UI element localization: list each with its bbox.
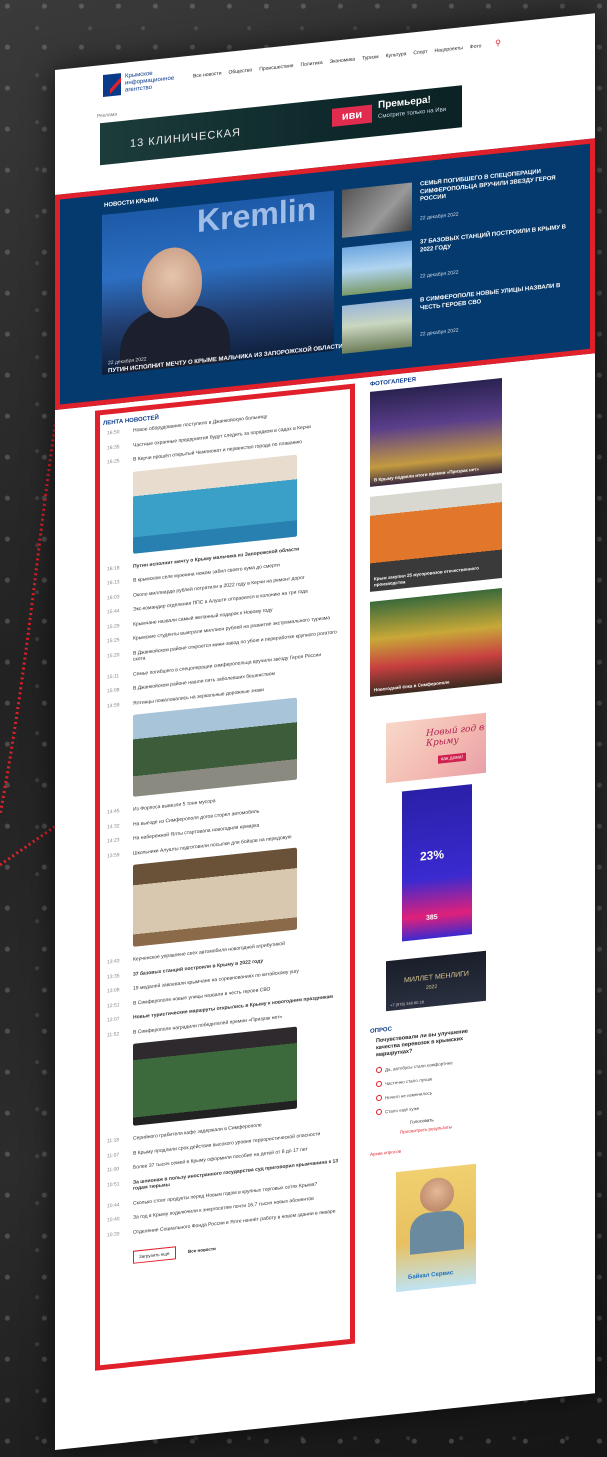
news-time: 11:00 xyxy=(107,1166,120,1174)
gallery-caption: Новогодний ёлка в Симферополе xyxy=(374,679,450,692)
news-time: 15:11 xyxy=(107,672,120,681)
nav-economy[interactable]: Экономика xyxy=(330,56,355,65)
right-column: ФОТОГАЛЕРЕЯ В Крыму подвели итоги премии… xyxy=(370,367,510,1305)
news-time: 15:44 xyxy=(107,608,120,616)
news-feed-list: 16:50 Новое оборудование поступило в Джан… xyxy=(107,405,347,1266)
nav-photo[interactable]: Фото xyxy=(470,43,482,50)
news-time: 15:29 xyxy=(107,622,120,631)
ad-phone: +7 (978) 348 80 28 xyxy=(390,999,424,1008)
ad-price: 385 xyxy=(426,913,438,923)
radio-icon[interactable] xyxy=(376,1080,382,1088)
side-news-thumb xyxy=(342,182,412,238)
news-time: 10:33 xyxy=(107,1230,120,1239)
news-photo-pool[interactable] xyxy=(133,454,297,554)
nav-culture[interactable]: Культура xyxy=(386,51,407,59)
nav-all-news[interactable]: Все новости xyxy=(193,70,222,79)
news-time: 11:18 xyxy=(107,1137,120,1145)
ad-person-body xyxy=(410,1209,464,1255)
site-logo[interactable]: Крымское информационное агентство xyxy=(103,67,179,97)
news-photo-award-stage[interactable] xyxy=(133,1026,297,1126)
radio-icon[interactable] xyxy=(376,1094,382,1102)
gallery-item[interactable]: Новогодний ёлка в Симферополе xyxy=(370,588,502,697)
news-time: 16:25 xyxy=(107,458,120,466)
news-time: 13:08 xyxy=(107,987,120,995)
nav-tourism[interactable]: Туризм xyxy=(362,54,379,62)
gallery-item[interactable]: Крым закупил 25 мусоровозов отечественно… xyxy=(370,483,502,592)
ivi-logo: иви xyxy=(332,104,372,127)
ad-text: Новый год в Крыму xyxy=(426,722,485,750)
news-time: 13:43 xyxy=(107,958,120,966)
news-time: 12:07 xyxy=(107,1016,120,1024)
poll-archive-link[interactable]: Архив опросов xyxy=(370,1137,510,1157)
news-time: 13:35 xyxy=(107,972,120,981)
gallery-item[interactable]: В Крыму подвели итоги премии «Призрак не… xyxy=(370,378,502,487)
news-time: 14:45 xyxy=(107,808,120,816)
side-news-date: 22 декабря 2022 xyxy=(420,327,459,338)
nav-society[interactable]: Общество xyxy=(229,67,253,75)
side-news-thumb xyxy=(342,240,412,296)
side-news-date: 22 декабря 2022 xyxy=(420,269,459,280)
news-time: 14:23 xyxy=(107,837,120,845)
ad-baikal-service[interactable]: Байкал Сервис xyxy=(396,1163,476,1293)
news-time: 12:51 xyxy=(107,1001,120,1010)
nav-politics[interactable]: Политика xyxy=(300,60,322,68)
radio-icon[interactable] xyxy=(376,1108,382,1116)
nav-national-projects[interactable]: Нацпроекты xyxy=(434,45,462,54)
hero-backdrop-text: Kremlin xyxy=(197,190,317,240)
ad-new-year-crimea[interactable]: Новый год в Крыму как дома! xyxy=(386,712,486,784)
ad-subtext: как дома! xyxy=(438,752,466,764)
ad-label: Реклама xyxy=(97,111,118,120)
news-photo-parcels[interactable] xyxy=(133,847,297,947)
news-photo-road-signs[interactable] xyxy=(133,697,297,797)
hero-news-block: НОВОСТИ КРЫМА Kremlin 22 декабря 2022 ПУ… xyxy=(55,138,595,410)
ad-person-face xyxy=(420,1176,454,1214)
logo-text: Крымское информационное агентство xyxy=(125,70,175,94)
ad-discount[interactable]: 23% 385 xyxy=(402,784,472,942)
ad-brand: Байкал Сервис xyxy=(408,1270,454,1281)
gallery-caption: В Крыму подвели итоги премии «Призрак не… xyxy=(374,465,479,482)
hero-section-title: НОВОСТИ КРЫМА xyxy=(104,197,159,209)
news-time: 11:07 xyxy=(107,1151,120,1160)
news-time: 14:59 xyxy=(107,701,120,710)
nav-sport[interactable]: Спорт xyxy=(413,49,427,56)
news-time: 10:40 xyxy=(107,1216,120,1224)
news-feed-item[interactable]: 10:51 За шпионаж в пользу иностранного го… xyxy=(107,1157,347,1195)
ad-year: 2022 xyxy=(426,983,438,992)
news-time: 14:32 xyxy=(107,822,120,831)
ad-title: МИЛЛЕТ МЕНЛИГИ xyxy=(404,970,469,985)
nav-incidents[interactable]: Происшествия xyxy=(259,63,293,73)
news-time: 16:03 xyxy=(107,593,120,602)
ad-discount-value: 23% xyxy=(420,847,445,864)
news-time: 10:51 xyxy=(107,1180,120,1189)
news-time: 15:25 xyxy=(107,637,120,645)
side-news-title: СЕМЬЯ ПОГИБШЕГО В СПЕЦОПЕРАЦИИ СИМФЕРОПО… xyxy=(420,168,556,203)
news-time: 13:59 xyxy=(107,851,120,860)
side-news-thumb xyxy=(342,298,412,354)
all-news-link[interactable]: Все новости xyxy=(188,1246,216,1254)
news-time: 10:44 xyxy=(107,1201,120,1210)
radio-icon[interactable] xyxy=(376,1066,382,1074)
gallery-caption: Крым закупил 25 мусоровозов отечественно… xyxy=(374,565,479,587)
logo-k-icon xyxy=(103,73,121,97)
banner-show-title: 13 КЛИНИЧЕСКАЯ xyxy=(130,126,241,151)
news-time: 11:52 xyxy=(107,1030,120,1039)
news-feed-item[interactable]: 15:20 В Джанкойском районе откроется мини… xyxy=(107,628,347,666)
news-time: 16:13 xyxy=(107,579,120,587)
ad-millet-menligi[interactable]: МИЛЛЕТ МЕНЛИГИ 2022 +7 (978) 348 80 28 xyxy=(386,950,486,1012)
news-time: 15:20 xyxy=(107,651,120,660)
search-icon[interactable]: ⚲ xyxy=(495,38,501,48)
news-time: 16:50 xyxy=(107,429,120,437)
news-time: 16:18 xyxy=(107,564,120,573)
news-time: 15:08 xyxy=(107,687,120,695)
news-time: 16:35 xyxy=(107,443,120,452)
website-page: Крымское информационное агентство Все но… xyxy=(55,13,595,1451)
side-news-date: 22 декабря 2022 xyxy=(420,211,459,222)
